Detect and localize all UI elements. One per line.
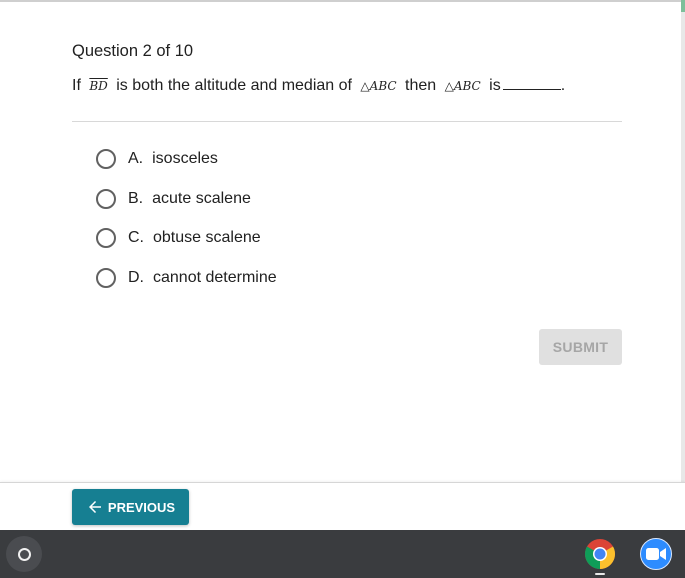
question-text-end: .	[560, 77, 566, 94]
option-c[interactable]: C. obtuse scalene	[96, 225, 277, 251]
radio-button[interactable]	[96, 188, 116, 209]
chrome-icon[interactable]	[584, 538, 616, 570]
footer-bar: PREVIOUS	[0, 482, 685, 530]
option-text: obtuse scalene	[153, 229, 261, 246]
scrollbar[interactable]	[681, 0, 685, 482]
question-text-part: is	[489, 77, 501, 94]
launcher-icon	[17, 547, 31, 561]
option-b[interactable]: B. acute scalene	[96, 186, 277, 212]
active-app-indicator	[595, 573, 605, 575]
question-counter: Question 2 of 10	[72, 42, 194, 60]
option-text: acute scalene	[152, 189, 251, 207]
answer-options: A. isosceles B. acute scalene C. obtuse …	[96, 146, 277, 304]
option-letter: D.	[128, 268, 144, 286]
window-top-edge	[0, 0, 685, 2]
video-camera-icon	[646, 548, 666, 560]
scrollbar-thumb[interactable]	[681, 0, 685, 12]
arrow-left-icon	[88, 501, 101, 513]
triangle-notation: △ABC	[360, 79, 397, 93]
os-shelf	[0, 530, 685, 578]
radio-button[interactable]	[96, 228, 116, 248]
option-text: cannot determine	[153, 268, 277, 286]
divider	[72, 121, 622, 122]
radio-button[interactable]	[96, 149, 116, 169]
segment-notation: BD	[89, 79, 108, 93]
radio-button[interactable]	[96, 267, 116, 288]
option-text: isosceles	[152, 150, 218, 167]
option-letter: A.	[128, 150, 144, 167]
zoom-video-icon[interactable]	[640, 538, 672, 570]
question-text-part: then	[405, 77, 437, 94]
submit-button[interactable]: SUBMIT	[539, 329, 622, 365]
question-text-part: is both the altitude and median of	[116, 77, 352, 94]
question-text-part: If	[72, 77, 81, 94]
previous-label: PREVIOUS	[107, 499, 176, 515]
triangle-notation: △ABC	[444, 79, 481, 93]
option-letter: B.	[128, 189, 144, 207]
launcher-button[interactable]	[6, 536, 42, 572]
option-a[interactable]: A. isosceles	[96, 146, 277, 172]
previous-button[interactable]: PREVIOUS	[72, 489, 189, 525]
option-d[interactable]: D. cannot determine	[96, 265, 277, 291]
answer-blank	[502, 78, 561, 90]
option-letter: C.	[128, 229, 144, 246]
question-text: If BD is both the altitude and median of…	[72, 77, 565, 95]
